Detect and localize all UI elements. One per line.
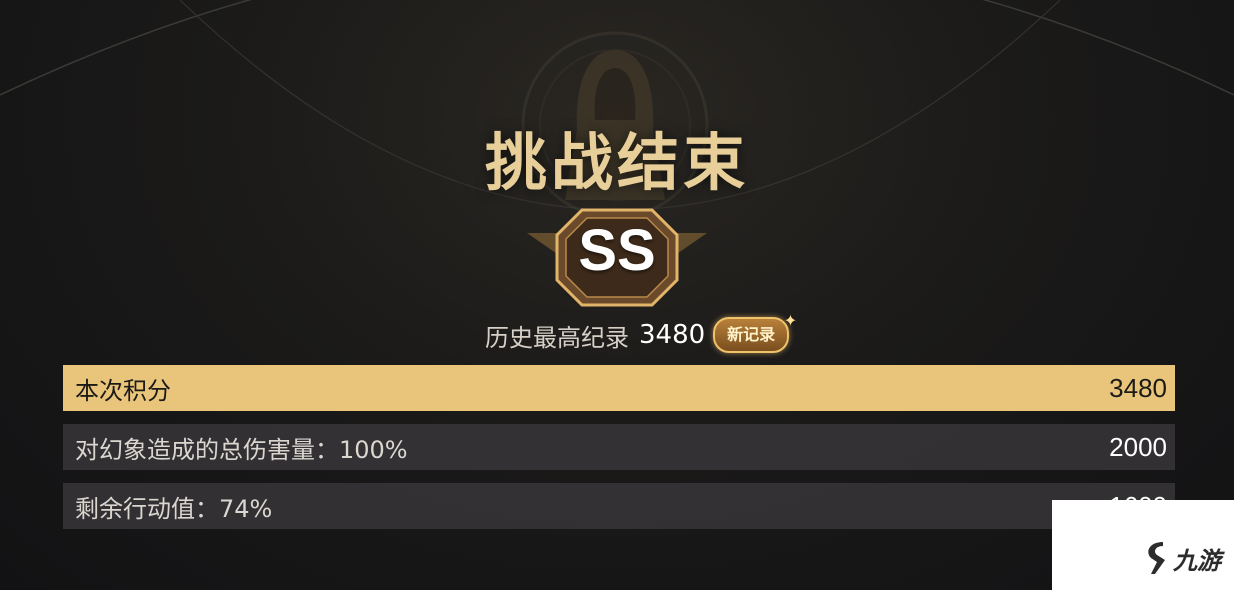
score-row-label: 本次积分 xyxy=(75,376,171,405)
record-label: 历史最高纪录 xyxy=(485,323,629,352)
challenge-end-title: 挑战结束 xyxy=(484,126,749,199)
score-row-label: 对幻象造成的总伤害量：100% xyxy=(75,435,408,464)
rank-text: SS xyxy=(578,218,656,283)
score-row-value: 3480 xyxy=(1109,372,1167,403)
new-record-badge: 新记录 ✦ xyxy=(713,311,797,353)
score-row-damage: 对幻象造成的总伤害量：100% 2000 xyxy=(63,424,1175,470)
jiuyou-watermark: 九游 xyxy=(1143,540,1221,576)
score-row-label: 剩余行动值：74% xyxy=(75,494,273,523)
rank-badge: SS xyxy=(527,205,707,310)
watermark-text: 九游 xyxy=(1173,546,1221,575)
score-row-action: 剩余行动值：74% 1600 xyxy=(63,483,1175,529)
sparkle-icon: ✦ xyxy=(783,311,798,330)
score-row-value: 2000 xyxy=(1109,431,1167,462)
score-row-total: 本次积分 3480 xyxy=(63,365,1175,411)
record-value: 3480 xyxy=(639,320,706,350)
score-breakdown: 本次积分 3480 对幻象造成的总伤害量：100% 2000 剩余行动值：74%… xyxy=(63,365,1175,542)
jiuyou-logo-icon xyxy=(1148,542,1165,574)
new-record-label: 新记录 xyxy=(727,325,776,344)
history-record: 历史最高纪录 3480 新记录 ✦ xyxy=(485,311,797,353)
